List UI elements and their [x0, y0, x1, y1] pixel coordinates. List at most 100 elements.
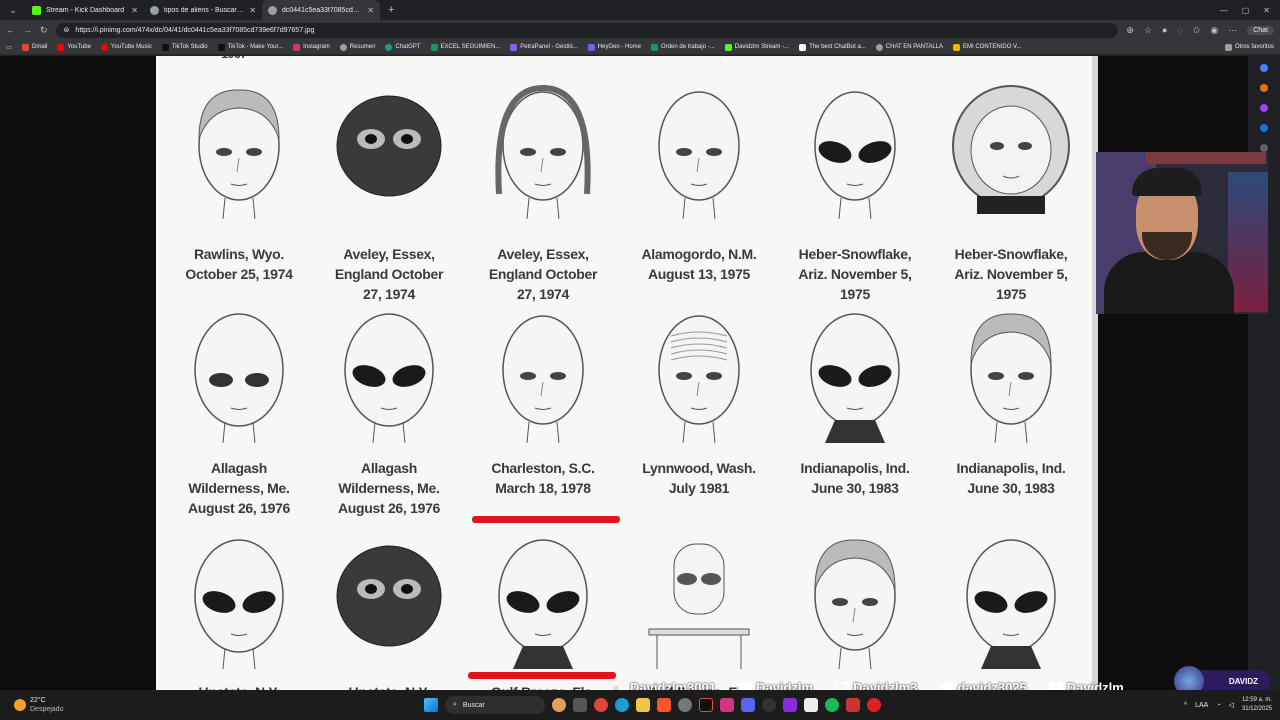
folder-icon [953, 43, 961, 51]
alien-face-illustration [502, 315, 584, 443]
edge-icon[interactable] [615, 698, 629, 712]
settings-icon[interactable] [678, 698, 692, 712]
alien-face-illustration [198, 89, 280, 219]
chrome-icon[interactable] [594, 698, 608, 712]
bookmark-item[interactable]: HeyGen - Home [587, 43, 641, 51]
profile-avatar-icon[interactable]: ◉ [1210, 25, 1218, 36]
outlook-icon[interactable] [1260, 124, 1268, 132]
sighting-caption: Heber-Snowflake, Ariz. November 5, 1975 [798, 246, 912, 302]
minimize-icon[interactable]: — [1220, 6, 1228, 15]
bookmark-item[interactable]: YouTube Music [100, 43, 152, 51]
chevron-up-icon[interactable]: ^ [1184, 702, 1187, 709]
wifi-icon[interactable]: ◔ [1216, 702, 1220, 709]
menu-icon[interactable]: ⋯ [1228, 25, 1237, 36]
maximize-icon[interactable]: ▢ [1242, 6, 1250, 15]
bookmark-item[interactable]: TikTok - Make Your... [217, 43, 283, 51]
partial-caption: 1967 [214, 56, 254, 64]
app-icon[interactable] [783, 698, 797, 712]
volume-icon[interactable]: ◁ [1229, 701, 1234, 709]
search-icon[interactable] [1260, 64, 1268, 72]
reload-icon[interactable]: ↻ [40, 25, 48, 36]
tab-title: Stream - Kick Dashboard [46, 6, 125, 14]
capcut-icon[interactable] [804, 698, 818, 712]
record-icon[interactable]: ● [1162, 25, 1167, 35]
clock-time: 12:59 a. m. [1241, 697, 1272, 703]
weather-widget[interactable]: 22°C Despejado [0, 696, 200, 714]
bookmark-item[interactable]: PetraPanel - Gestió... [510, 43, 578, 51]
taskbar-search[interactable]: ⌕ Buscar [445, 696, 545, 714]
alien-face-illustration [648, 543, 750, 669]
star-icon[interactable]: ☆ [1144, 25, 1152, 36]
alien-sketch-cell: Aveley, Essex, England October 27, 1974 [468, 84, 618, 304]
bookmark-item[interactable]: EXCEL SEGUIMIEN... [430, 43, 500, 51]
bookmark-item[interactable]: Instagram [293, 43, 330, 51]
streamer-cap [1132, 168, 1202, 196]
shopping-icon[interactable] [1260, 84, 1268, 92]
forward-icon[interactable]: → [23, 25, 32, 35]
zoom-icon[interactable]: ⊕ [1126, 25, 1134, 36]
bookmark-label: Otros favoritos [1234, 44, 1274, 50]
spotify-icon[interactable] [825, 698, 839, 712]
bookmark-item[interactable]: Gmail [21, 43, 47, 51]
alien-face-illustration [495, 84, 591, 219]
app-icon[interactable] [867, 698, 881, 712]
bookmark-label: YouTube Music [110, 44, 152, 50]
clock[interactable]: 12:59 a. m. 31/12/2025 [1242, 696, 1272, 714]
alien-face-illustration [658, 91, 740, 219]
bookmarks-bar: ▭ Gmail YouTube YouTube Music TikTok Stu… [0, 40, 1280, 55]
bookmark-item[interactable]: The best ChatBot a... [799, 43, 866, 51]
alien-face-illustration [336, 95, 442, 197]
site-info-icon[interactable]: ⊜ [64, 26, 70, 34]
food-widget-icon[interactable] [552, 698, 566, 712]
obs-icon[interactable] [762, 698, 776, 712]
discord-app-icon[interactable] [741, 698, 755, 712]
search-icon: ⌕ [453, 701, 457, 708]
sighting-caption: Rawlins, Wyo. October 25, 1974 [185, 246, 293, 282]
alien-sketch-cell: Heber-Snowflake, Ariz. November 5, 1975 [936, 84, 1086, 304]
bookmark-item[interactable]: Davidzlm Stream -... [724, 43, 789, 51]
tiktok-app-icon[interactable] [699, 698, 713, 712]
task-view-icon[interactable] [573, 698, 587, 712]
tools-icon[interactable] [1260, 104, 1268, 112]
system-tray: ^ LAA ◔ ◁ 12:59 a. m. 31/12/2025 [1184, 696, 1272, 714]
app-icon[interactable] [846, 698, 860, 712]
alien-face-illustration [658, 315, 740, 443]
tab-kick-dashboard[interactable]: Stream - Kick Dashboard ✕ [26, 0, 144, 20]
brave-icon[interactable] [657, 698, 671, 712]
tab-google-search[interactable]: tipos de aliens - Buscar con Googl ✕ [144, 0, 262, 20]
address-bar[interactable]: ⊜ https://i.pinimg.com/474x/dc/04/41/dc0… [55, 22, 1119, 38]
bookmark-item[interactable]: Resumen [339, 43, 375, 51]
sighting-caption: Allagash Wilderness, Me. August 26, 1976 [337, 460, 441, 516]
language-indicator[interactable]: LAA [1195, 702, 1208, 709]
windows-start-icon[interactable] [424, 698, 438, 712]
alien-sketch-cell: Upstate, N.Y. [314, 534, 464, 690]
tab-title: tipos de aliens - Buscar con Googl [164, 6, 244, 14]
instagram-app-icon[interactable] [720, 698, 734, 712]
other-bookmarks[interactable]: Otros favoritos [1224, 43, 1274, 51]
close-tab-icon[interactable]: ✕ [367, 6, 374, 15]
sighting-caption: Alamogordo, N.M. August 13, 1975 [641, 246, 757, 282]
tab-search-icon[interactable]: ⌄ [0, 0, 26, 20]
bookmark-item[interactable]: EMI CONTENIDO V... [953, 43, 1021, 51]
alien-face-illustration [970, 313, 1052, 443]
bookmark-item[interactable]: Orden de trabajo -... [651, 43, 715, 51]
favorites-icon[interactable]: ✩ [1193, 25, 1201, 36]
bookmark-item[interactable]: ChatGPT [385, 43, 421, 51]
alien-sketch-cell: Indianapolis, Ind. June 30, 1983 [780, 308, 930, 498]
alien-face-illustration [810, 313, 900, 443]
close-tab-icon[interactable]: ✕ [249, 6, 256, 15]
close-window-icon[interactable]: ✕ [1263, 6, 1270, 15]
extensions-icon[interactable]: ◌ [1177, 25, 1182, 35]
back-icon[interactable]: ← [6, 25, 15, 35]
add-icon[interactable] [1260, 144, 1268, 152]
new-tab-icon[interactable]: + [380, 4, 402, 16]
chat-button[interactable]: Chat [1247, 25, 1274, 35]
bookmark-item[interactable]: YouTube [57, 43, 91, 51]
bookmark-item[interactable]: CHAT EN PANTALLA [875, 43, 943, 51]
close-tab-icon[interactable]: ✕ [131, 6, 138, 15]
bookmark-item[interactable]: TikTok Studio [161, 43, 208, 51]
file-explorer-icon[interactable] [636, 698, 650, 712]
apps-icon[interactable]: ▭ [6, 44, 12, 51]
tab-image[interactable]: dc0441c5ea33f7085cd739e6f7d97... ✕ [262, 0, 380, 20]
alien-chart-image: 1967 Rawlins, Wyo. October 25, 1974 Aveley… [156, 56, 1098, 690]
